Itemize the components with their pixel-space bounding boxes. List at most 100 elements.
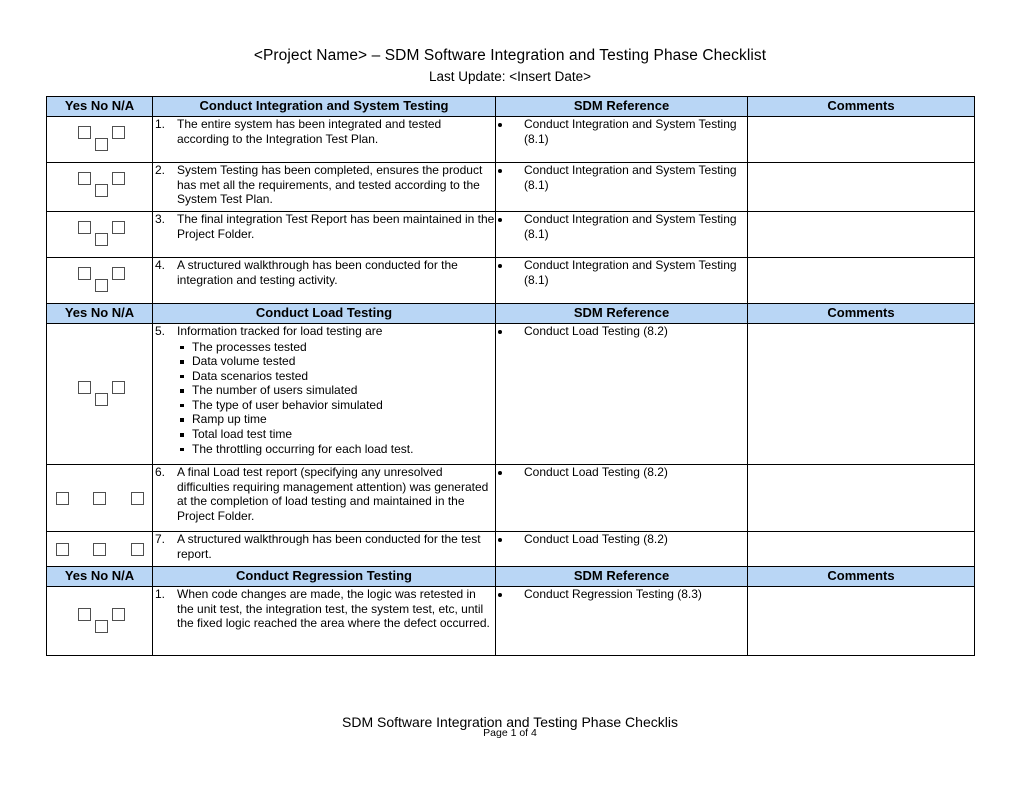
- item-cell: 6. A final Load test report (specifying …: [152, 464, 496, 532]
- column-header-check: Yes No N/A: [46, 566, 153, 587]
- column-header-sdm: SDM Reference: [495, 303, 748, 324]
- checkbox-cell: [46, 116, 153, 163]
- checkbox-group-triangle: [78, 172, 138, 199]
- section-header-row: Yes No N/A Conduct Regression Testing SD…: [46, 566, 975, 587]
- checkbox-yes[interactable]: [78, 380, 91, 394]
- comment-cell[interactable]: [747, 211, 975, 258]
- column-header-sdm: SDM Reference: [495, 96, 748, 117]
- checkbox-group-row: [55, 491, 144, 505]
- comment-cell[interactable]: [747, 531, 975, 567]
- checkbox-cell: [46, 323, 153, 465]
- checkbox-no[interactable]: [112, 172, 125, 185]
- sdm-cell: Conduct Integration and System Testing (…: [495, 116, 748, 163]
- section-title-integration: Conduct Integration and System Testing: [152, 96, 496, 117]
- item-cell: 3. The final integration Test Report has…: [152, 211, 496, 258]
- column-header-check: Yes No N/A: [46, 96, 153, 117]
- checkbox-cell: [46, 211, 153, 258]
- item-text: The final integration Test Report has be…: [177, 212, 495, 241]
- page-title: <Project Name> – SDM Software Integratio…: [253, 47, 767, 64]
- checkbox-yes[interactable]: [78, 607, 91, 621]
- checkbox-na[interactable]: [130, 542, 144, 556]
- checkbox-no[interactable]: [92, 542, 106, 556]
- checkbox-group-row: [55, 542, 144, 556]
- checkbox-yes[interactable]: [55, 542, 69, 556]
- checkbox-no[interactable]: [112, 607, 125, 621]
- column-header-check: Yes No N/A: [46, 303, 153, 324]
- list-item: The type of user behavior simulated: [179, 398, 495, 413]
- list-item: Data volume tested: [179, 354, 495, 369]
- table-row: 1. The entire system has been integrated…: [46, 116, 975, 163]
- page-subtitle: Last Update: <Insert Date>: [428, 69, 592, 84]
- item-text: The entire system has been integrated an…: [177, 117, 442, 146]
- section-title-regression: Conduct Regression Testing: [152, 566, 496, 587]
- list-item: Total load test time: [179, 427, 495, 442]
- sdm-reference: Conduct Load Testing (8.2): [496, 324, 747, 339]
- sdm-reference: Conduct Integration and System Testing (…: [496, 212, 747, 241]
- comment-cell[interactable]: [747, 257, 975, 304]
- item-cell: 1. When code changes are made, the logic…: [152, 586, 496, 656]
- checkbox-yes[interactable]: [78, 126, 91, 139]
- checkbox-yes[interactable]: [78, 221, 91, 234]
- checkbox-no[interactable]: [112, 126, 125, 139]
- comment-cell[interactable]: [747, 162, 975, 212]
- sdm-cell: Conduct Regression Testing (8.3): [495, 586, 748, 656]
- column-header-comments: Comments: [747, 566, 975, 587]
- section-title-load: Conduct Load Testing: [152, 303, 496, 324]
- list-item: Ramp up time: [179, 412, 495, 427]
- item-cell: 1. The entire system has been integrated…: [152, 116, 496, 163]
- comment-cell[interactable]: [747, 323, 975, 465]
- checkbox-yes[interactable]: [78, 267, 91, 280]
- column-header-sdm: SDM Reference: [495, 566, 748, 587]
- checkbox-no[interactable]: [92, 491, 106, 505]
- checkbox-yes[interactable]: [55, 491, 69, 505]
- checkbox-na[interactable]: [95, 184, 108, 197]
- item-text: Information tracked for load testing are: [177, 324, 383, 338]
- section-header-row: Yes No N/A Conduct Integration and Syste…: [46, 96, 975, 117]
- table-row: 4. A structured walkthrough has been con…: [46, 257, 975, 304]
- list-item: The processes tested: [179, 340, 495, 355]
- checkbox-na[interactable]: [95, 392, 108, 406]
- table-row: 7. A structured walkthrough has been con…: [46, 531, 975, 567]
- item-text: When code changes are made, the logic wa…: [177, 587, 490, 630]
- checkbox-no[interactable]: [112, 380, 125, 394]
- checkbox-cell: [46, 464, 153, 532]
- item-number: 1.: [155, 587, 166, 601]
- page-footer: SDM Software Integration and Testing Pha…: [0, 714, 1020, 739]
- checkbox-yes[interactable]: [78, 172, 91, 185]
- checklist-table: Yes No N/A Conduct Integration and Syste…: [46, 96, 975, 656]
- checkbox-na[interactable]: [95, 619, 108, 633]
- table-row: 6. A final Load test report (specifying …: [46, 464, 975, 532]
- section-header-row: Yes No N/A Conduct Load Testing SDM Refe…: [46, 303, 975, 324]
- checkbox-no[interactable]: [112, 221, 125, 234]
- sdm-reference: Conduct Regression Testing (8.3): [496, 587, 747, 602]
- checkbox-na[interactable]: [130, 491, 144, 505]
- sdm-cell: Conduct Load Testing (8.2): [495, 323, 748, 465]
- sdm-reference: Conduct Load Testing (8.2): [496, 532, 747, 547]
- checkbox-na[interactable]: [95, 279, 108, 292]
- checkbox-no[interactable]: [112, 267, 125, 280]
- sdm-reference: Conduct Integration and System Testing (…: [496, 117, 747, 146]
- checkbox-group-triangle: [78, 126, 138, 153]
- item-number: 1.: [155, 117, 166, 131]
- item-cell: 4. A structured walkthrough has been con…: [152, 257, 496, 304]
- checkbox-cell: [46, 586, 153, 656]
- column-header-comments: Comments: [747, 96, 975, 117]
- checkbox-cell: [46, 257, 153, 304]
- checkbox-na[interactable]: [95, 138, 108, 151]
- item-number: 4.: [155, 258, 166, 272]
- item-number: 5.: [155, 324, 166, 338]
- sdm-reference: Conduct Integration and System Testing (…: [496, 163, 747, 192]
- sdm-reference: Conduct Integration and System Testing (…: [496, 258, 747, 287]
- comment-cell[interactable]: [747, 116, 975, 163]
- sdm-cell: Conduct Load Testing (8.2): [495, 531, 748, 567]
- item-number: 3.: [155, 212, 166, 226]
- comment-cell[interactable]: [747, 586, 975, 656]
- item-number: 6.: [155, 465, 166, 479]
- footer-page-number: Page 1 of 4: [483, 727, 537, 739]
- sdm-cell: Conduct Integration and System Testing (…: [495, 257, 748, 304]
- list-item: The number of users simulated: [179, 383, 495, 398]
- sdm-cell: Conduct Load Testing (8.2): [495, 464, 748, 532]
- comment-cell[interactable]: [747, 464, 975, 532]
- checkbox-group-triangle: [78, 221, 138, 248]
- checkbox-na[interactable]: [95, 233, 108, 246]
